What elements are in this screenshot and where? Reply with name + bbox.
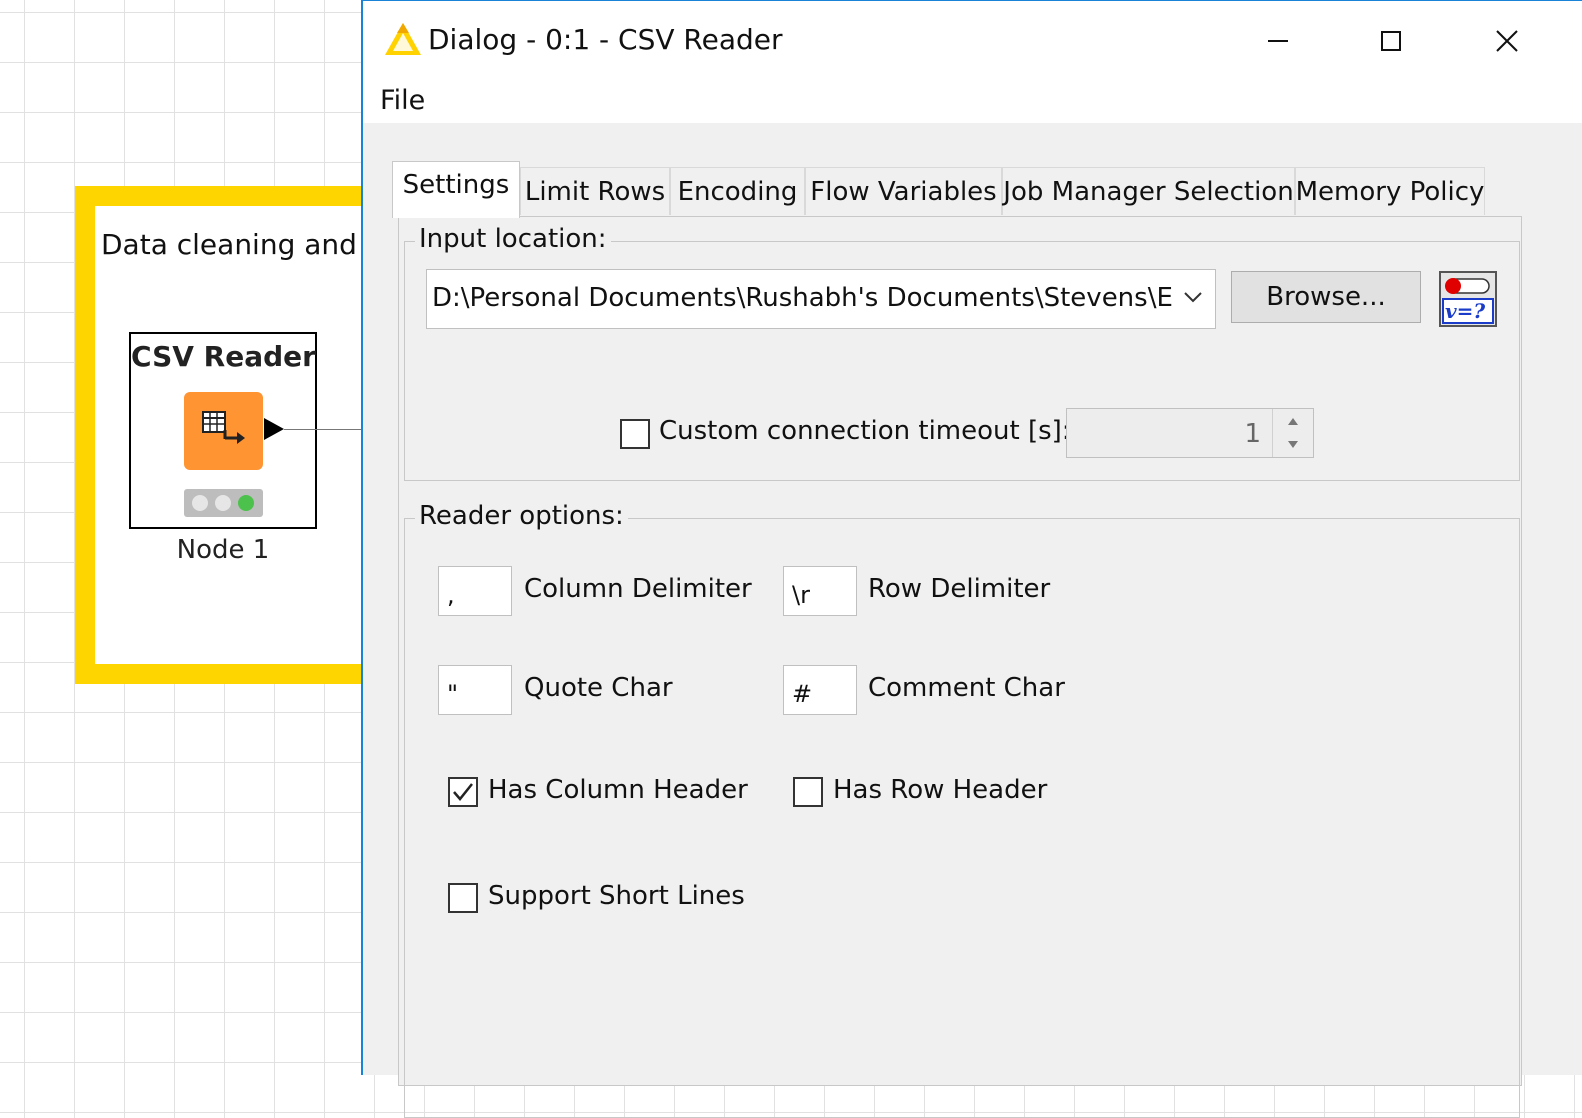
title-bar[interactable]: Dialog - 0:1 - CSV Reader xyxy=(363,1,1582,81)
custom-timeout-checkbox[interactable] xyxy=(620,419,650,449)
menu-bar: File xyxy=(363,81,1582,123)
column-delimiter-input[interactable]: , xyxy=(438,566,512,616)
annotation-text: Data cleaning and M xyxy=(101,228,390,261)
column-delimiter-label: Column Delimiter xyxy=(524,574,752,604)
reader-options-label: Reader options: xyxy=(415,501,628,531)
has-row-header-label: Has Row Header xyxy=(833,775,1048,805)
node-title: CSV Reader xyxy=(131,340,316,373)
support-short-lines-label: Support Short Lines xyxy=(488,881,745,911)
table-arrow-icon[interactable] xyxy=(184,392,263,470)
timeout-value: 1 xyxy=(1244,419,1261,449)
output-port[interactable] xyxy=(264,418,284,440)
minimize-button[interactable] xyxy=(1238,1,1318,81)
minimize-icon xyxy=(1268,40,1288,42)
tab-settings[interactable]: Settings xyxy=(392,161,520,218)
browse-button[interactable]: Browse... xyxy=(1231,271,1421,323)
support-short-lines-checkbox[interactable] xyxy=(448,883,478,913)
knime-logo-icon xyxy=(385,23,421,55)
timeout-spinner[interactable]: 1 xyxy=(1066,408,1314,458)
tab-flow-variables[interactable]: Flow Variables xyxy=(805,167,1002,215)
node-status-indicator xyxy=(184,489,263,517)
row-delimiter-label: Row Delimiter xyxy=(868,574,1051,604)
has-column-header-checkbox[interactable] xyxy=(448,777,478,807)
custom-timeout-label: Custom connection timeout [s]: xyxy=(659,416,1071,446)
status-dot-green xyxy=(238,495,254,511)
spin-up-icon[interactable] xyxy=(1273,409,1313,433)
input-location-label: Input location: xyxy=(415,224,611,254)
close-button[interactable] xyxy=(1467,1,1547,81)
input-location-path: D:\Personal Documents\Rushabh's Document… xyxy=(432,283,1172,313)
quote-char-input[interactable]: " xyxy=(438,665,512,715)
quote-char-label: Quote Char xyxy=(524,673,673,703)
status-dot-yellow xyxy=(215,495,231,511)
has-column-header-label: Has Column Header xyxy=(488,775,748,805)
tab-limit-rows[interactable]: Limit Rows xyxy=(520,167,670,215)
connection-line xyxy=(284,429,364,430)
close-icon xyxy=(1496,30,1518,52)
maximize-button[interactable] xyxy=(1351,1,1431,81)
csv-reader-dialog: Dialog - 0:1 - CSV Reader File Settings … xyxy=(361,0,1582,1118)
row-delimiter-input[interactable]: \r xyxy=(783,566,857,616)
dialog-title: Dialog - 0:1 - CSV Reader xyxy=(428,23,783,56)
maximize-icon xyxy=(1381,31,1401,51)
comment-char-input[interactable]: # xyxy=(783,665,857,715)
input-location-combobox[interactable]: D:\Personal Documents\Rushabh's Document… xyxy=(426,269,1216,329)
status-dot-red xyxy=(192,495,208,511)
flow-variable-text: v=? xyxy=(1445,299,1486,323)
flow-variable-button[interactable]: v=? xyxy=(1439,271,1497,327)
tab-job-manager-selection[interactable]: Job Manager Selection xyxy=(1002,167,1295,215)
comment-char-label: Comment Char xyxy=(868,673,1065,703)
has-row-header-checkbox[interactable] xyxy=(793,777,823,807)
menu-file[interactable]: File xyxy=(380,85,425,116)
tab-encoding[interactable]: Encoding xyxy=(670,167,805,215)
node-label[interactable]: Node 1 xyxy=(129,535,317,565)
spin-down-icon[interactable] xyxy=(1273,433,1313,457)
chevron-down-icon xyxy=(1184,292,1202,303)
tab-memory-policy[interactable]: Memory Policy xyxy=(1295,167,1485,215)
reader-options-group: Reader options: xyxy=(404,501,1520,1118)
spinner-buttons[interactable] xyxy=(1272,409,1313,457)
checkmark-icon xyxy=(453,783,473,801)
